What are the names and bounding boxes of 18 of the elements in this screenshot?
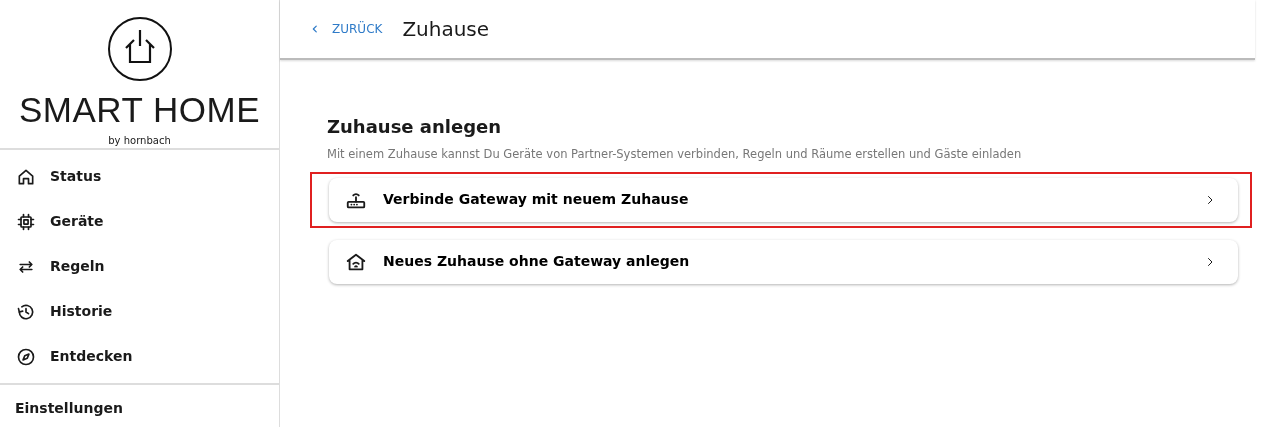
- back-button[interactable]: ZURÜCK: [310, 20, 383, 38]
- sidebar-item[interactable]: Regeln: [50, 256, 105, 277]
- logo-subtitle: by hornbach: [108, 134, 171, 148]
- option-button[interactable]: Verbinde Gateway mit neuem Zuhause: [329, 177, 1238, 222]
- sidebar-item[interactable]: Entdecken: [50, 346, 133, 367]
- sidebar-item[interactable]: Geräte: [50, 211, 104, 232]
- option-button[interactable]: Neues Zuhause ohne Gateway anlegen: [329, 239, 1238, 284]
- chip-icon: [16, 211, 36, 232]
- logo-title: SMART HOME: [19, 92, 260, 127]
- page-title: Zuhause: [402, 17, 490, 41]
- sidebar-item[interactable]: Historie: [50, 301, 113, 322]
- logo-icon: [106, 16, 173, 82]
- chevron-left-icon: [310, 24, 320, 34]
- sidebar-item[interactable]: Status: [50, 166, 102, 187]
- sidebar-item[interactable]: Einstellungen: [0, 385, 279, 427]
- section-description: Mit einem Zuhause kannst Du Geräte von Partner-Systemen verbinden, Regeln und Räume erstellen und Gäste einladen: [327, 145, 1023, 163]
- compass-icon: [16, 346, 36, 367]
- section-title: Zuhause anlegen: [327, 116, 503, 138]
